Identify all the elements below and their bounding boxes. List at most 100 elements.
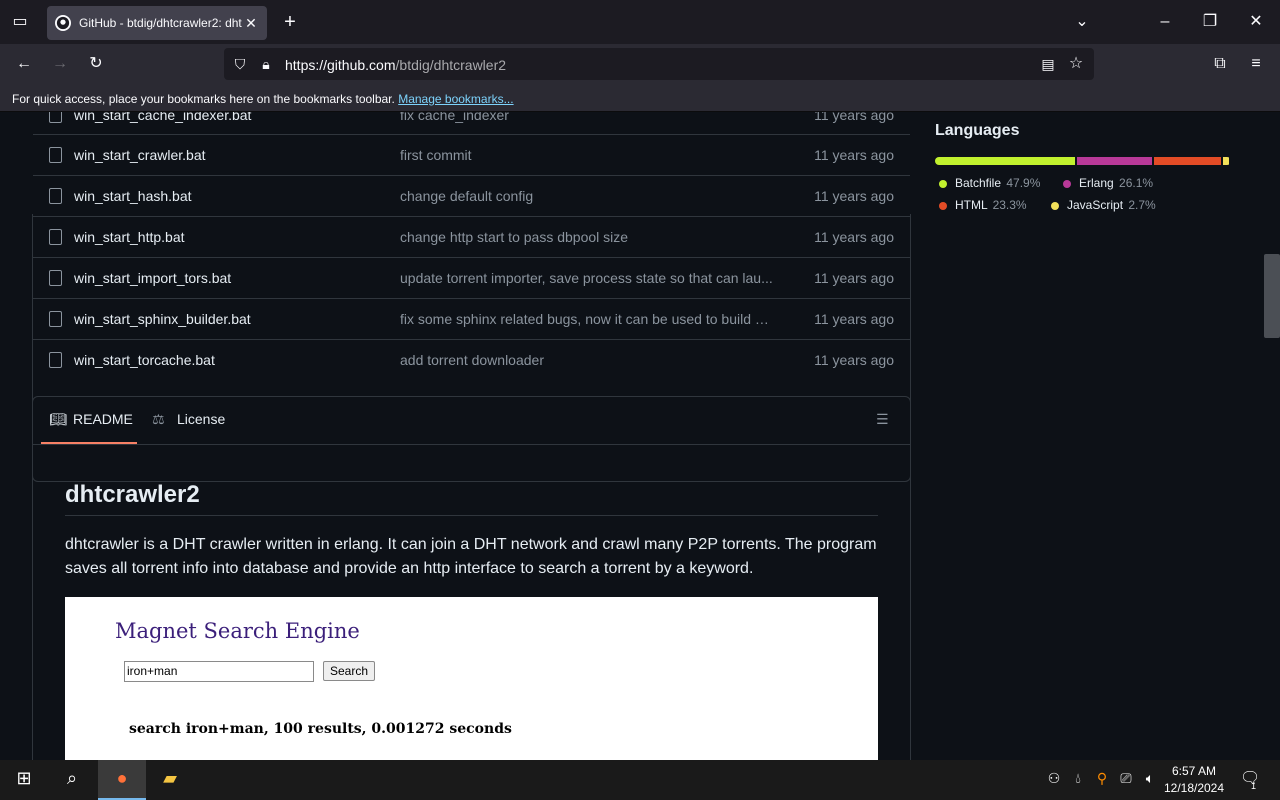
scrollbar-thumb[interactable] [1264, 254, 1280, 338]
commit-date: 11 years ago [814, 188, 894, 204]
windows-start-icon[interactable]: ⊞ [14, 768, 34, 789]
readme-screenshot: Magnet Search Engine iron+man Search sea… [65, 597, 878, 760]
file-name[interactable]: win_start_cache_indexer.bat [74, 112, 251, 123]
file-name[interactable]: win_start_import_tors.bat [74, 270, 231, 286]
language-dot [1063, 179, 1071, 188]
language-item[interactable]: Erlang 26.1% [1063, 176, 1153, 190]
language-percent: 47.9% [1006, 176, 1041, 190]
screenshot-search-button: Search [323, 661, 375, 681]
language-bar-segment [1222, 157, 1229, 165]
language-dot [1051, 201, 1059, 210]
screenshot-search-input: iron+man [124, 661, 314, 682]
tab-readme[interactable]: README [73, 411, 133, 427]
file-row[interactable]: win_start_torcache.bat add torrent downlo… [33, 339, 910, 380]
language-item[interactable]: Batchfile 47.9% [939, 176, 1040, 190]
taskbar-clock[interactable]: 6:57 AM 12/18/2024 [1158, 763, 1230, 797]
commit-message[interactable]: add torrent downloader [400, 352, 775, 368]
droplet-icon[interactable]: 💧︎ [1070, 770, 1086, 787]
lock-icon[interactable]: 🔒︎ [256, 54, 276, 74]
reader-view-icon[interactable]: ▤ [1038, 54, 1058, 74]
file-row[interactable]: win_start_sphinx_builder.bat fix some sph… [33, 298, 910, 339]
close-window-icon[interactable]: ✕ [1246, 12, 1266, 32]
file-row[interactable]: win_start_crawler.bat first commit 11 year… [33, 134, 910, 175]
commit-message[interactable]: first commit [400, 147, 775, 163]
shield-icon[interactable]: ⛉ [230, 54, 250, 74]
page-scrollbar[interactable] [1264, 112, 1280, 760]
readme-panel: 📖︎ README ⚖︎ License ☰ dhtcrawler2 dhtcr… [32, 396, 911, 760]
file-name[interactable]: win_start_hash.bat [74, 188, 192, 204]
commit-message[interactable]: change http start to pass dbpool size [400, 229, 775, 245]
tab-list-icon[interactable]: ▭ [10, 12, 30, 32]
list-all-tabs-icon[interactable]: ⌄ [1072, 12, 1092, 32]
file-name[interactable]: win_start_torcache.bat [74, 352, 215, 368]
volume-icon[interactable]: 🔈︎ [1142, 770, 1158, 787]
file-icon [49, 229, 62, 245]
screenshot-result-text: search iron+man, 100 results, 0.001272 s… [129, 721, 512, 737]
file-row[interactable]: win_start_http.bat change http start to p… [33, 216, 910, 257]
people-icon[interactable]: ⚇ [1046, 770, 1062, 787]
file-name[interactable]: win_start_sphinx_builder.bat [74, 311, 251, 327]
new-tab-icon[interactable]: + [280, 12, 300, 32]
language-dot [939, 179, 947, 188]
law-icon: ⚖︎ [152, 411, 165, 427]
commit-message[interactable]: fix some sphinx related bugs, now it can… [400, 311, 775, 327]
language-percent: 26.1% [1119, 176, 1154, 190]
language-name: Erlang [1079, 176, 1114, 190]
minimize-icon[interactable]: – [1155, 12, 1175, 32]
file-icon [49, 112, 62, 123]
extensions-icon[interactable]: ⧉ [1210, 54, 1230, 74]
file-row[interactable]: win_start_cache_indexer.bat fix cache_ind… [33, 112, 910, 135]
file-icon [49, 352, 62, 368]
language-name: HTML [955, 198, 988, 212]
menu-icon[interactable]: ≡ [1246, 54, 1266, 74]
language-item[interactable]: HTML 23.3% [939, 198, 1027, 212]
url-host: https://github.com [285, 57, 396, 73]
forward-icon[interactable]: → [50, 54, 70, 74]
file-row[interactable]: win_start_import_tors.bat update torrent … [33, 257, 910, 298]
commit-message[interactable]: fix cache_indexer [400, 112, 775, 123]
commit-date: 11 years ago [814, 270, 894, 286]
file-icon [49, 311, 62, 327]
bookmark-star-icon[interactable]: ☆ [1066, 54, 1086, 74]
language-bar-segment [1076, 157, 1153, 165]
network-icon[interactable]: ⎚ [1118, 770, 1134, 787]
file-name[interactable]: win_start_crawler.bat [74, 147, 206, 163]
readme-title: dhtcrawler2 [65, 481, 200, 508]
file-name[interactable]: win_start_http.bat [74, 229, 185, 245]
file-icon [49, 147, 62, 163]
commit-message[interactable]: update torrent importer, save process st… [400, 270, 775, 286]
url-text[interactable]: https://github.com/btdig/dhtcrawler2 [285, 57, 506, 73]
readme-tabs: 📖︎ README ⚖︎ License ☰ [33, 397, 910, 445]
commit-date: 11 years ago [814, 352, 894, 368]
language-percent: 2.7% [1128, 198, 1156, 212]
file-icon [49, 188, 62, 204]
firefox-icon[interactable]: ● [112, 768, 132, 789]
clock-date: 12/18/2024 [1163, 781, 1225, 795]
manage-bookmarks-link[interactable]: Manage bookmarks... [398, 92, 513, 106]
language-dot [939, 201, 947, 210]
search-tool-icon[interactable]: ⚲ [1094, 770, 1110, 787]
back-icon[interactable]: ← [14, 54, 34, 74]
language-name: JavaScript [1067, 198, 1124, 212]
tab-license[interactable]: License [177, 411, 225, 427]
reload-icon[interactable]: ↻ [86, 54, 106, 74]
close-tab-icon[interactable]: ✕ [243, 15, 259, 32]
file-row[interactable]: win_start_hash.bat change default config 1… [33, 175, 910, 216]
readme-description: dhtcrawler is a DHT crawler written in e… [65, 536, 877, 577]
language-bar-segment [1154, 157, 1221, 165]
language-bar-segment [935, 157, 1075, 165]
bookmarks-message: For quick access, place your bookmarks h… [12, 92, 395, 106]
restore-icon[interactable]: ❐ [1200, 12, 1220, 32]
commit-date: 11 years ago [814, 229, 894, 245]
language-item[interactable]: JavaScript 2.7% [1051, 198, 1156, 212]
divider [65, 515, 878, 516]
file-explorer-icon[interactable]: ▰ [160, 768, 180, 789]
active-tab[interactable]: GitHub - btdig/dhtcrawler2: dht ✕ [47, 6, 267, 40]
languages-bar [935, 157, 1231, 165]
search-icon[interactable]: ⌕ [62, 768, 82, 789]
commit-message[interactable]: change default config [400, 188, 775, 204]
outline-icon[interactable]: ☰ [876, 411, 889, 428]
notifications-icon[interactable]: 🗨︎ [1240, 768, 1260, 788]
windows-taskbar [0, 760, 1280, 800]
screenshot-title: Magnet Search Engine [115, 619, 360, 643]
